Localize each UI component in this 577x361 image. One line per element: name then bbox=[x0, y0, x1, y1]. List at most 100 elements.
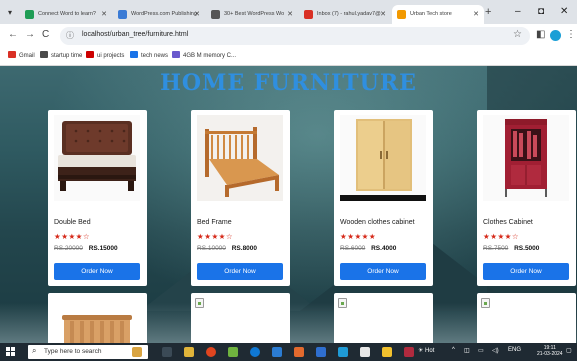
old-price: RS.7500 bbox=[483, 245, 509, 252]
browser-tab-active[interactable]: Urban Tech store ✕ bbox=[392, 5, 484, 24]
profile-avatar[interactable] bbox=[550, 30, 561, 41]
product-price: RS.6000 RS.4000 bbox=[340, 245, 396, 252]
page-title: HOME FURNITURE bbox=[160, 70, 417, 96]
bookmark-page-icon bbox=[130, 51, 138, 58]
browser-toolbar: ← → C ⓘ localhost/urban_tree/furniture.h… bbox=[0, 24, 577, 48]
weather-indicator[interactable]: ☀ Hot bbox=[418, 347, 434, 354]
tab-search-chevron-icon[interactable]: ▾ bbox=[4, 7, 16, 19]
current-price: RS.15000 bbox=[88, 245, 118, 252]
url-text[interactable]: localhost/urban_tree/furniture.html bbox=[82, 31, 188, 38]
order-now-button[interactable]: Order Now bbox=[340, 263, 426, 280]
forward-button[interactable]: → bbox=[25, 29, 35, 40]
site-info-icon[interactable]: ⓘ bbox=[66, 30, 74, 41]
bookmark-label: startup time bbox=[51, 53, 83, 59]
app-icon[interactable] bbox=[404, 347, 414, 357]
vscode-icon[interactable] bbox=[316, 347, 326, 357]
menu-kebab-icon[interactable]: ⋮ bbox=[566, 29, 576, 40]
product-image bbox=[483, 115, 569, 201]
store-icon[interactable] bbox=[228, 347, 238, 357]
tab-title: Connect Word to learn? bbox=[38, 11, 96, 17]
file-explorer-icon[interactable] bbox=[184, 347, 194, 357]
bookmark-item[interactable]: ui projects bbox=[86, 51, 124, 59]
maximize-button[interactable]: ◘ bbox=[538, 6, 544, 17]
app-icon[interactable] bbox=[338, 347, 348, 357]
task-view-icon[interactable] bbox=[162, 347, 172, 357]
minimize-button[interactable]: – bbox=[515, 6, 521, 17]
close-tab-icon[interactable]: ✕ bbox=[287, 5, 293, 24]
broken-image-icon bbox=[195, 298, 204, 308]
product-card bbox=[191, 293, 290, 343]
back-button[interactable]: ← bbox=[8, 29, 18, 40]
close-window-button[interactable]: ✕ bbox=[560, 6, 568, 17]
tab-title: 30+ Best WordPress Wo bbox=[224, 11, 285, 17]
rating-stars: ★★★★☆ bbox=[197, 232, 234, 241]
bookmark-item[interactable]: Gmail bbox=[8, 51, 35, 59]
gmail-icon bbox=[8, 51, 16, 58]
page-viewport[interactable]: HOME FURNITURE Double Bed ★★★★☆ RS.20000 bbox=[0, 66, 577, 343]
app-icon[interactable] bbox=[382, 347, 392, 357]
product-price: RS.7500 RS.5000 bbox=[483, 245, 539, 252]
bookmark-globe-icon bbox=[40, 51, 48, 58]
tray-chevron-icon[interactable]: ^ bbox=[452, 347, 455, 353]
network-icon[interactable]: ◫ bbox=[464, 347, 470, 354]
product-card: Double Bed ★★★★☆ RS.20000 RS.15000 Order… bbox=[48, 110, 147, 286]
taskbar-search-box[interactable]: ⌕ Type here to search bbox=[28, 345, 148, 359]
tab-strip: ▾ Connect Word to learn? ✕ WordPress.com… bbox=[0, 0, 577, 24]
product-image bbox=[340, 115, 426, 201]
product-name: Double Bed bbox=[54, 219, 91, 226]
order-now-button[interactable]: Order Now bbox=[197, 263, 283, 280]
address-bar[interactable]: ⓘ localhost/urban_tree/furniture.html ☆ bbox=[60, 27, 530, 45]
tab-favicon-icon bbox=[118, 10, 127, 19]
tab-title: Inbox (7) - rahul.yadav7@ bbox=[317, 11, 381, 17]
browser-tab[interactable]: Inbox (7) - rahul.yadav7@ ✕ bbox=[299, 5, 391, 24]
bookmark-label: Gmail bbox=[19, 53, 35, 59]
tab-title: WordPress.com Publishing bbox=[131, 11, 197, 17]
volume-icon[interactable]: ◁) bbox=[492, 347, 499, 354]
browser-tab[interactable]: 30+ Best WordPress Wo ✕ bbox=[206, 5, 298, 24]
order-now-button[interactable]: Order Now bbox=[54, 263, 140, 280]
order-now-button[interactable]: Order Now bbox=[483, 263, 569, 280]
taskbar: ⌕ Type here to search ☀ Hot ^ ◫ ▭ ◁) ENG… bbox=[0, 343, 577, 361]
reload-button[interactable]: C bbox=[42, 29, 49, 40]
new-tab-button[interactable]: + bbox=[485, 6, 491, 18]
windows-start-icon[interactable] bbox=[6, 347, 16, 357]
chrome-icon[interactable] bbox=[206, 347, 216, 357]
broken-image-icon bbox=[338, 298, 347, 308]
rating-stars: ★★★★☆ bbox=[483, 232, 520, 241]
app-icon[interactable] bbox=[272, 347, 282, 357]
battery-icon[interactable]: ▭ bbox=[478, 347, 484, 354]
product-card: Bed Frame ★★★★☆ RS.10000 RS.8000 Order N… bbox=[191, 110, 290, 286]
product-name: Bed Frame bbox=[197, 219, 232, 226]
app-icon[interactable] bbox=[294, 347, 304, 357]
rating-stars: ★★★★★ bbox=[340, 232, 377, 241]
bookmark-label: ui projects bbox=[97, 53, 125, 59]
bookmark-grid-icon bbox=[172, 51, 180, 58]
language-indicator[interactable]: ENG bbox=[508, 347, 521, 353]
bookmark-star-icon[interactable]: ☆ bbox=[513, 29, 522, 40]
close-tab-icon[interactable]: ✕ bbox=[101, 5, 107, 24]
cortana-deer-icon[interactable] bbox=[132, 347, 142, 357]
app-icon[interactable] bbox=[360, 347, 370, 357]
tab-favicon-icon bbox=[397, 10, 406, 19]
search-icon: ⌕ bbox=[32, 346, 37, 355]
current-price: RS.5000 bbox=[514, 245, 540, 252]
close-tab-icon[interactable]: ✕ bbox=[380, 5, 386, 24]
bookmarks-bar: Gmail startup time ui projects tech news… bbox=[0, 48, 577, 66]
sidebar-icon[interactable]: ◧ bbox=[536, 29, 545, 40]
bookmark-item[interactable]: tech news bbox=[130, 51, 168, 59]
bookmark-item[interactable]: startup time bbox=[40, 51, 82, 59]
browser-tab[interactable]: WordPress.com Publishing ✕ bbox=[113, 5, 205, 24]
system-clock[interactable]: 19:11 21-03-2024 bbox=[537, 345, 563, 357]
broken-image-icon bbox=[481, 298, 490, 308]
bookmark-item[interactable]: 4GB M memory C... bbox=[172, 51, 236, 59]
edge-icon[interactable] bbox=[250, 347, 260, 357]
rating-stars: ★★★★☆ bbox=[54, 232, 91, 241]
bookmark-label: 4GB M memory C... bbox=[183, 53, 237, 59]
close-tab-icon[interactable]: ✕ bbox=[473, 5, 479, 24]
tab-favicon-icon bbox=[211, 10, 220, 19]
close-tab-icon[interactable]: ✕ bbox=[194, 5, 200, 24]
browser-tab[interactable]: Connect Word to learn? ✕ bbox=[20, 5, 112, 24]
tab-favicon-icon bbox=[25, 10, 34, 19]
old-price: RS.6000 bbox=[340, 245, 366, 252]
notifications-icon[interactable]: ▢ bbox=[566, 347, 572, 354]
